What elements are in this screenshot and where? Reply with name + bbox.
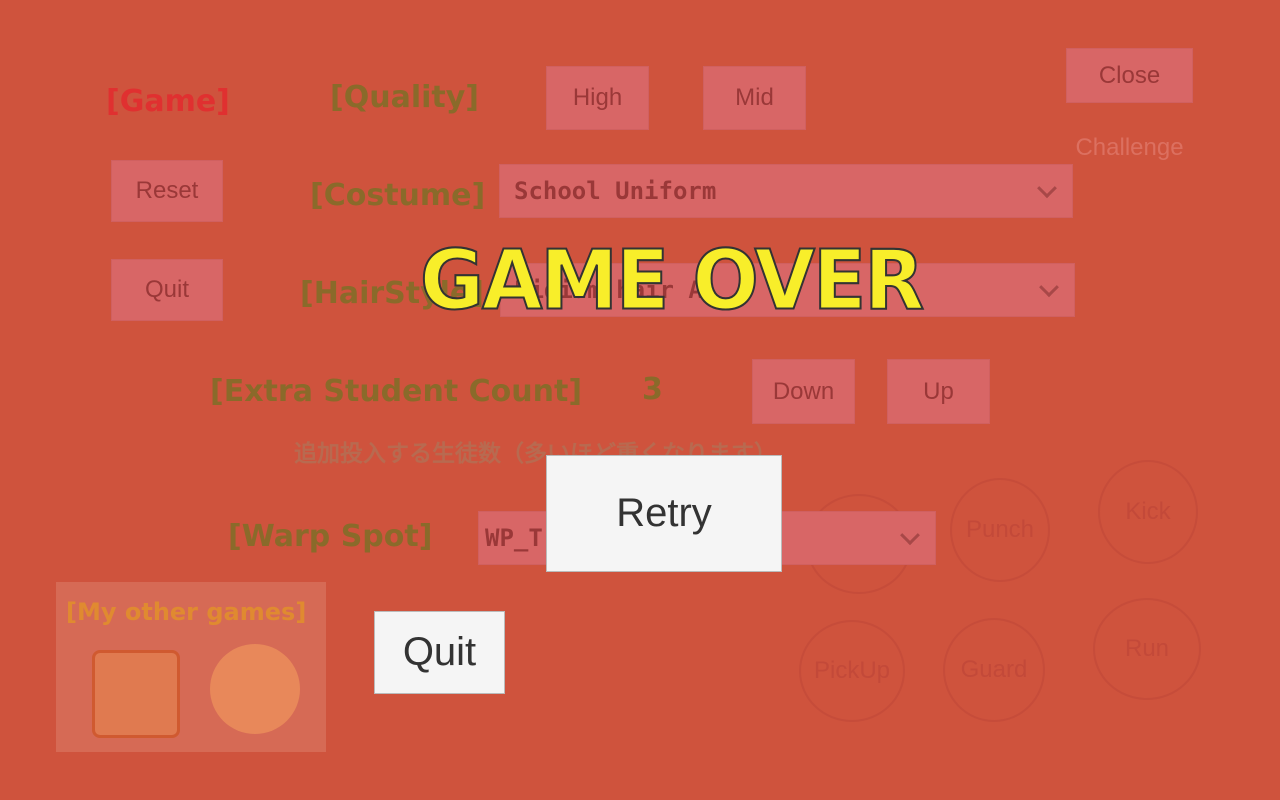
control-button-guard[interactable]: Guard — [943, 618, 1045, 722]
quality-label: [Quality] — [330, 80, 479, 115]
chevron-down-icon — [900, 525, 920, 546]
reset-button[interactable]: Reset — [111, 160, 223, 222]
control-button-pickup[interactable]: PickUp — [799, 620, 905, 722]
control-button-punch[interactable]: Punch — [950, 478, 1050, 582]
chevron-down-icon — [1039, 277, 1059, 298]
other-games-label: [My other games] — [66, 598, 307, 626]
up-button[interactable]: Up — [887, 359, 990, 424]
quality-mid-button[interactable]: Mid — [703, 66, 806, 130]
warp-spot-label: [Warp Spot] — [228, 519, 433, 554]
down-button[interactable]: Down — [752, 359, 855, 424]
game-label: [Game] — [106, 84, 230, 119]
quit-button[interactable]: Quit — [374, 611, 505, 694]
other-games-panel: [My other games] — [56, 582, 326, 752]
close-button[interactable]: Close — [1066, 48, 1193, 103]
costume-label: [Costume] — [310, 178, 486, 213]
challenge-button[interactable]: Challenge — [1066, 120, 1193, 175]
control-button-kick[interactable]: Kick — [1098, 460, 1198, 564]
retry-button[interactable]: Retry — [546, 455, 782, 572]
extra-student-label: [Extra Student Count] — [210, 374, 583, 409]
game-over-title: GAME OVER — [419, 233, 925, 330]
costume-dropdown[interactable]: School Uniform — [499, 164, 1073, 218]
game-icon-1[interactable] — [92, 650, 180, 738]
extra-student-value: 3 — [642, 372, 663, 407]
chevron-down-icon — [1037, 178, 1057, 199]
quality-high-button[interactable]: High — [546, 66, 649, 130]
game-icon-2[interactable] — [210, 644, 300, 734]
menu-quit-button[interactable]: Quit — [111, 259, 223, 321]
control-button-run[interactable]: Run — [1093, 598, 1201, 700]
